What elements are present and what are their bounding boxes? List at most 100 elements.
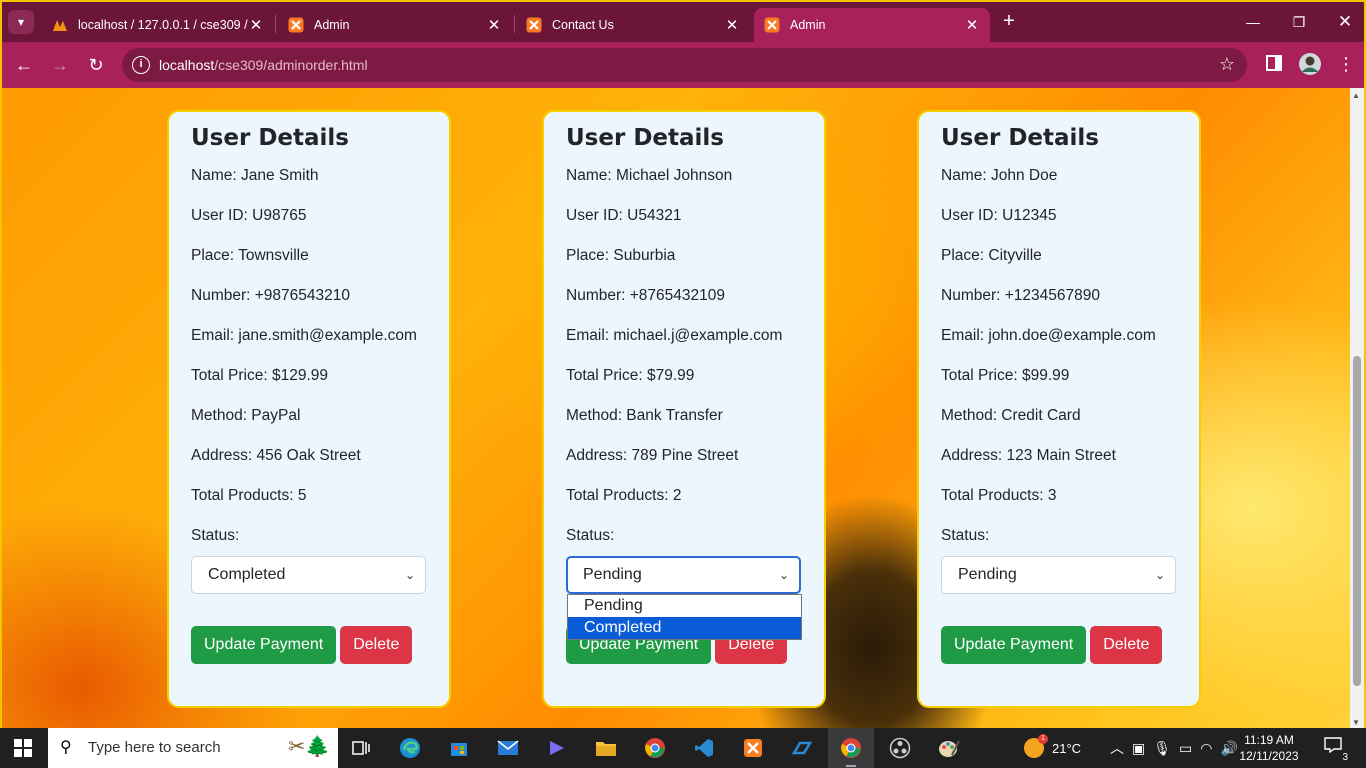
- new-tab-button[interactable]: +: [998, 10, 1020, 34]
- total-price: Total Price: $129.99: [191, 367, 329, 384]
- battery-icon[interactable]: ▭: [1179, 740, 1192, 757]
- user-number: Number: +9876543210: [191, 287, 350, 304]
- profile-avatar-icon[interactable]: [1298, 52, 1321, 75]
- edge-icon[interactable]: [387, 728, 433, 768]
- weather-icon: 1: [1024, 734, 1048, 758]
- camera-icon[interactable]: ▣: [1132, 740, 1145, 757]
- user-number: Number: +1234567890: [941, 287, 1100, 304]
- weather-temp: 21°C: [1052, 740, 1082, 756]
- close-window-button[interactable]: ✕: [1330, 10, 1360, 34]
- scroll-down-arrow-icon[interactable]: ▼: [1352, 718, 1360, 727]
- tab-admin-1[interactable]: Admin ✕: [278, 8, 512, 42]
- taskbar-clock[interactable]: 11:19 AM 12/11/2023: [1228, 732, 1310, 764]
- delete-button[interactable]: Delete: [1090, 626, 1163, 664]
- back-button[interactable]: ←: [11, 52, 37, 78]
- tab-admin-active[interactable]: Admin ✕: [754, 8, 990, 42]
- dropdown-option-pending[interactable]: Pending: [568, 595, 801, 617]
- close-icon[interactable]: ✕: [724, 16, 740, 34]
- user-email: Email: jane.smith@example.com: [191, 327, 417, 344]
- status-select-value: Completed: [208, 566, 286, 583]
- scroll-up-arrow-icon[interactable]: ▲: [1352, 91, 1360, 100]
- tray-chevron-up-icon[interactable]: ︿: [1110, 738, 1124, 758]
- chrome-active-icon[interactable]: [828, 728, 874, 768]
- user-id: User ID: U12345: [941, 207, 1057, 224]
- store-icon[interactable]: [436, 728, 482, 768]
- status-select[interactable]: Pending ⌄: [941, 556, 1176, 594]
- clipchamp-icon[interactable]: [534, 728, 580, 768]
- chrome-icon[interactable]: [632, 728, 678, 768]
- card-title: User Details: [566, 125, 724, 151]
- bookmark-star-icon[interactable]: ☆: [1219, 54, 1235, 75]
- close-icon[interactable]: ✕: [486, 16, 502, 34]
- user-name: Name: John Doe: [941, 167, 1058, 184]
- forward-button[interactable]: →: [47, 52, 73, 78]
- page-scrollbar[interactable]: ▲ ▼: [1350, 88, 1364, 730]
- user-id: User ID: U98765: [191, 207, 307, 224]
- app-blue-icon[interactable]: [779, 728, 825, 768]
- tab-separator: [275, 15, 276, 33]
- user-card-jane: User Details Name: Jane Smith User ID: U…: [167, 110, 451, 708]
- restore-button[interactable]: ❐: [1284, 10, 1314, 34]
- minimize-button[interactable]: —: [1238, 10, 1268, 34]
- notification-icon[interactable]: 3: [1322, 737, 1348, 763]
- delete-button[interactable]: Delete: [340, 626, 413, 664]
- card-title: User Details: [941, 125, 1099, 151]
- user-number: Number: +8765432109: [566, 287, 725, 304]
- xampp-icon: [526, 17, 542, 33]
- total-price: Total Price: $99.99: [941, 367, 1070, 384]
- mail-icon[interactable]: [485, 728, 531, 768]
- chevron-down-icon: ⌄: [404, 568, 415, 582]
- user-address: Address: 456 Oak Street: [191, 447, 361, 464]
- vscode-icon[interactable]: [681, 728, 727, 768]
- reload-button[interactable]: ↻: [83, 52, 109, 78]
- tab-search-button[interactable]: ▾: [8, 10, 34, 34]
- close-icon[interactable]: ✕: [964, 16, 980, 34]
- chevron-down-icon: ⌄: [778, 568, 789, 582]
- url-text[interactable]: localhost/cse309/adminorder.html: [159, 57, 368, 73]
- scrollbar-thumb[interactable]: [1353, 356, 1361, 686]
- taskbar-search-box[interactable]: ⚲ Type here to search ✂🌲: [48, 728, 338, 768]
- paint-icon[interactable]: [926, 728, 972, 768]
- chevron-down-icon: ⌄: [1154, 568, 1165, 582]
- search-icon: ⚲: [60, 739, 72, 756]
- user-email: Email: michael.j@example.com: [566, 327, 783, 344]
- microphone-icon[interactable]: 🎙: [1153, 740, 1171, 757]
- side-panel-icon[interactable]: [1263, 54, 1285, 76]
- system-tray: ︿ ▣ 🎙 ▭ ◠ 🔊: [1110, 728, 1238, 768]
- status-select-value: Pending: [958, 566, 1017, 583]
- user-address: Address: 123 Main Street: [941, 447, 1116, 464]
- xampp-taskbar-icon[interactable]: [730, 728, 776, 768]
- weather-widget[interactable]: 1 21°C: [1024, 728, 1081, 768]
- user-id: User ID: U54321: [566, 207, 682, 224]
- tab-contact-us[interactable]: Contact Us ✕: [516, 8, 750, 42]
- windows-start-icon[interactable]: [14, 739, 32, 757]
- info-icon[interactable]: i: [132, 56, 150, 74]
- status-select[interactable]: Completed ⌄: [191, 556, 426, 594]
- task-view-icon[interactable]: [338, 728, 384, 768]
- address-bar[interactable]: i localhost/cse309/adminorder.html ☆: [122, 48, 1247, 82]
- phpmyadmin-icon: [52, 17, 68, 33]
- wifi-icon[interactable]: ◠: [1200, 740, 1212, 757]
- update-payment-button[interactable]: Update Payment: [191, 626, 337, 664]
- payment-method: Method: Credit Card: [941, 407, 1081, 424]
- user-name: Name: Michael Johnson: [566, 167, 733, 184]
- tab-phpmyadmin[interactable]: localhost / 127.0.0.1 / cse309 / u ✕: [42, 8, 274, 42]
- update-payment-button[interactable]: Update Payment: [941, 626, 1087, 664]
- menu-kebab-icon[interactable]: ⋮: [1335, 54, 1357, 76]
- file-explorer-icon[interactable]: [583, 728, 629, 768]
- notification-count: 3: [1342, 752, 1348, 763]
- tab-title: localhost / 127.0.0.1 / cse309 / u: [78, 18, 248, 32]
- dropdown-option-completed[interactable]: Completed: [568, 617, 801, 639]
- total-products: Total Products: 2: [566, 487, 682, 504]
- tab-strip: ▾ localhost / 127.0.0.1 / cse309 / u ✕ A…: [2, 2, 1364, 42]
- xampp-icon: [288, 17, 304, 33]
- search-placeholder: Type here to search: [88, 739, 221, 756]
- payment-method: Method: PayPal: [191, 407, 301, 424]
- user-email: Email: john.doe@example.com: [941, 327, 1156, 344]
- page-viewport: User Details Name: Jane Smith User ID: U…: [2, 88, 1364, 730]
- status-select[interactable]: Pending ⌄: [566, 556, 801, 594]
- close-icon[interactable]: ✕: [248, 16, 264, 34]
- tab-title: Admin: [790, 18, 826, 32]
- status-dropdown-list[interactable]: Pending Completed: [567, 594, 802, 640]
- obs-icon[interactable]: [877, 728, 923, 768]
